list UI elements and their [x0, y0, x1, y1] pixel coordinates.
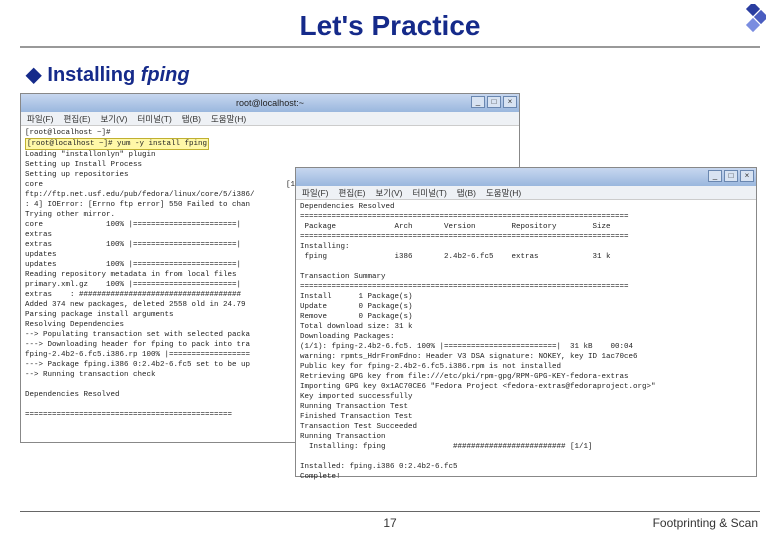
- sub-prefix: Installing: [47, 64, 140, 86]
- maximize-button[interactable]: □: [487, 96, 501, 108]
- sub-italic: fping: [141, 64, 190, 86]
- menu-file[interactable]: 파일(F): [27, 114, 54, 124]
- close-button[interactable]: ×: [740, 170, 754, 182]
- menubar-1: 파일(F) 편집(E) 보기(V) 터미널(T) 탭(B) 도움말(H): [21, 112, 519, 126]
- footer-divider: [20, 511, 760, 512]
- corner-decoration: [736, 4, 766, 34]
- titlebar-2: _ □ ×: [296, 168, 756, 186]
- menu-tab[interactable]: 탭(B): [182, 114, 201, 124]
- menu-terminal[interactable]: 터미널(T): [137, 114, 171, 124]
- slide-subheader: ◆ Installing fping: [0, 56, 780, 93]
- menu-help[interactable]: 도움말(H): [486, 188, 521, 198]
- menu-terminal[interactable]: 터미널(T): [412, 188, 446, 198]
- screenshot-area: root@localhost:~ _ □ × 파일(F) 편집(E) 보기(V)…: [20, 93, 760, 483]
- minimize-button[interactable]: _: [708, 170, 722, 182]
- slide-title: Let's Practice: [20, 0, 760, 48]
- terminal-body-1: Loading "installonlyn" plugin Setting up…: [25, 151, 309, 419]
- close-button[interactable]: ×: [503, 96, 517, 108]
- window-title-1: root@localhost:~: [236, 98, 304, 108]
- titlebar-1: root@localhost:~ _ □ ×: [21, 94, 519, 112]
- menu-edit[interactable]: 편집(E): [64, 114, 91, 124]
- menu-tab[interactable]: 탭(B): [457, 188, 476, 198]
- footer-text: Footprinting & Scan: [653, 516, 758, 530]
- minimize-button[interactable]: _: [471, 96, 485, 108]
- prompt-line: [root@localhost ~]#: [25, 129, 111, 137]
- bullet-icon: ◆: [26, 64, 41, 86]
- maximize-button[interactable]: □: [724, 170, 738, 182]
- window-buttons-1: _ □ ×: [471, 96, 517, 108]
- menu-view[interactable]: 보기(V): [100, 114, 127, 124]
- command-highlight: [root@localhost ~]# yum -y install fping: [25, 138, 209, 150]
- menu-view[interactable]: 보기(V): [375, 188, 402, 198]
- menu-edit[interactable]: 편집(E): [339, 188, 366, 198]
- menubar-2: 파일(F) 편집(E) 보기(V) 터미널(T) 탭(B) 도움말(H): [296, 186, 756, 200]
- terminal-output-2: Dependencies Resolved ==================…: [296, 200, 756, 484]
- menu-file[interactable]: 파일(F): [302, 188, 329, 198]
- menu-help[interactable]: 도움말(H): [211, 114, 246, 124]
- terminal-window-2: _ □ × 파일(F) 편집(E) 보기(V) 터미널(T) 탭(B) 도움말(…: [295, 167, 757, 477]
- window-buttons-2: _ □ ×: [708, 170, 754, 182]
